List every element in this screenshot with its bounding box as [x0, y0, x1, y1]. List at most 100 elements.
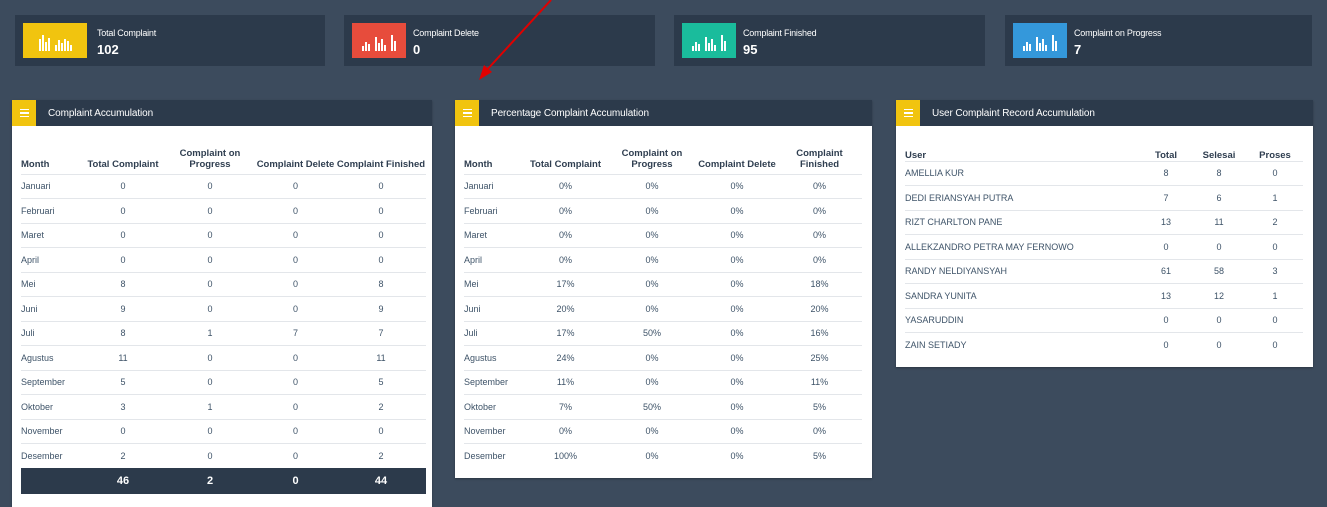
table-cell: 11	[1191, 209, 1247, 235]
total-label-cell	[21, 468, 81, 494]
column-header: Proses	[1259, 149, 1291, 161]
table-row: Januari 0% 0% 0% 0%	[464, 173, 862, 199]
table-cell: Mei	[21, 271, 81, 297]
table-cell: 20%	[524, 296, 607, 321]
table-row: Juni 20% 0% 0% 20%	[464, 296, 862, 321]
table-cell: 8	[1141, 160, 1191, 186]
table-cell: 0%	[607, 345, 697, 370]
table-cell: 18%	[777, 271, 862, 297]
table-row: Agustus 11 0 0 11	[21, 345, 426, 370]
total-cell: 0	[255, 468, 336, 494]
table-row: November 0% 0% 0% 0%	[464, 418, 862, 444]
stat-card-delete[interactable]: Complaint Delete 0	[344, 15, 655, 66]
table-cell: 7%	[524, 394, 607, 419]
table-row: RANDY NELDIYANSYAH 61 58 3	[905, 258, 1303, 284]
table-cell: 16%	[777, 320, 862, 346]
table-cell: 0	[255, 222, 336, 248]
table-row: YASARUDDIN 0 0 0	[905, 307, 1303, 333]
table-cell: 0%	[777, 173, 862, 199]
table-cell: 0%	[697, 369, 777, 395]
stat-title: Complaint on Progress	[1074, 28, 1162, 38]
menu-icon[interactable]	[12, 100, 36, 126]
bar-chart-icon	[23, 23, 87, 58]
table-cell: 5	[81, 369, 165, 395]
stat-card-progress[interactable]: Complaint on Progress 7	[1005, 15, 1312, 66]
table-cell: Januari	[21, 173, 81, 199]
table-cell: 17%	[524, 320, 607, 346]
table-cell: 9	[336, 296, 426, 321]
table-cell: 2	[336, 443, 426, 468]
total-cell: 44	[336, 468, 426, 494]
stat-card-total[interactable]: Total Complaint 102	[15, 15, 325, 66]
stat-card-finished[interactable]: Complaint Finished 95	[674, 15, 985, 66]
table-cell: 0	[1247, 160, 1303, 186]
column-header: Complaint Delete	[256, 158, 335, 170]
table-cell: April	[21, 247, 81, 272]
table-cell: 0	[1141, 332, 1191, 357]
table-cell: 0%	[607, 443, 697, 468]
table-row: Mei 17% 0% 0% 18%	[464, 271, 862, 297]
table-cell: 0	[165, 271, 255, 297]
table-cell: 0%	[697, 443, 777, 468]
table-cell: ALLEKZANDRO PETRA MAY FERNOWO	[905, 234, 1141, 259]
table-cell: 12	[1191, 283, 1247, 308]
table-cell: DEDI ERIANSYAH PUTRA	[905, 185, 1141, 210]
table-cell: 11%	[524, 369, 607, 395]
table-cell: 0	[165, 198, 255, 223]
percentage-panel: Percentage Complaint Accumulation Month T…	[455, 100, 872, 478]
table-cell: AMELLIA KUR	[905, 160, 1141, 186]
column-header: Total Complaint	[529, 158, 602, 170]
table-cell: 11	[81, 345, 165, 370]
table-cell: 0	[336, 173, 426, 199]
table-cell: 0%	[607, 247, 697, 272]
table-cell: 0%	[697, 345, 777, 370]
column-header: Selesai	[1202, 149, 1236, 161]
table-cell: 0%	[607, 418, 697, 444]
percentage-table: Month Total Complaint Complaint on Progres…	[464, 141, 862, 468]
table-cell: 24%	[524, 345, 607, 370]
table-cell: 50%	[607, 320, 697, 346]
table-cell: 0	[1247, 307, 1303, 333]
panel-title: Complaint Accumulation	[48, 108, 154, 119]
table-cell: 0	[255, 198, 336, 223]
table-cell: 2	[1247, 209, 1303, 235]
menu-icon[interactable]	[455, 100, 479, 126]
stat-value: 0	[413, 42, 421, 57]
stat-title: Complaint Delete	[413, 28, 479, 38]
column-header: Month	[21, 158, 50, 170]
table-cell: Oktober	[21, 394, 81, 419]
table-cell: 0	[255, 345, 336, 370]
table-cell: YASARUDDIN	[905, 307, 1141, 333]
table-cell: Mei	[464, 271, 524, 297]
table-row: Desember 100% 0% 0% 5%	[464, 443, 862, 468]
table-cell: RANDY NELDIYANSYAH	[905, 258, 1141, 284]
table-cell: Februari	[21, 198, 81, 223]
table-cell: 0	[1191, 234, 1247, 259]
table-cell: Maret	[21, 222, 81, 248]
table-cell: 0%	[607, 198, 697, 223]
table-row: DEDI ERIANSYAH PUTRA 7 6 1	[905, 185, 1303, 210]
table-cell: 0%	[524, 198, 607, 223]
table-cell: 0	[165, 418, 255, 444]
table-cell: 0%	[697, 394, 777, 419]
stat-title: Complaint Finished	[743, 28, 817, 38]
menu-icon[interactable]	[896, 100, 920, 126]
table-cell: 8	[81, 320, 165, 346]
table-cell: Oktober	[464, 394, 524, 419]
table-cell: 0	[81, 198, 165, 223]
table-cell: 3	[81, 394, 165, 419]
table-cell: 0	[81, 247, 165, 272]
table-row: Maret 0% 0% 0% 0%	[464, 222, 862, 248]
table-cell: Juli	[21, 320, 81, 346]
table-cell: 0%	[697, 271, 777, 297]
table-row: Februari 0% 0% 0% 0%	[464, 198, 862, 223]
total-cell: 2	[165, 468, 255, 494]
table-cell: 11	[336, 345, 426, 370]
table-cell: 0	[336, 198, 426, 223]
table-row: April 0 0 0 0	[21, 247, 426, 272]
table-cell: 58	[1191, 258, 1247, 284]
bar-chart-icon	[1013, 23, 1067, 58]
panel-header: User Complaint Record Accumulation	[896, 100, 1313, 126]
table-cell: ZAIN SETIADY	[905, 332, 1141, 357]
panel-header: Complaint Accumulation	[12, 100, 432, 126]
